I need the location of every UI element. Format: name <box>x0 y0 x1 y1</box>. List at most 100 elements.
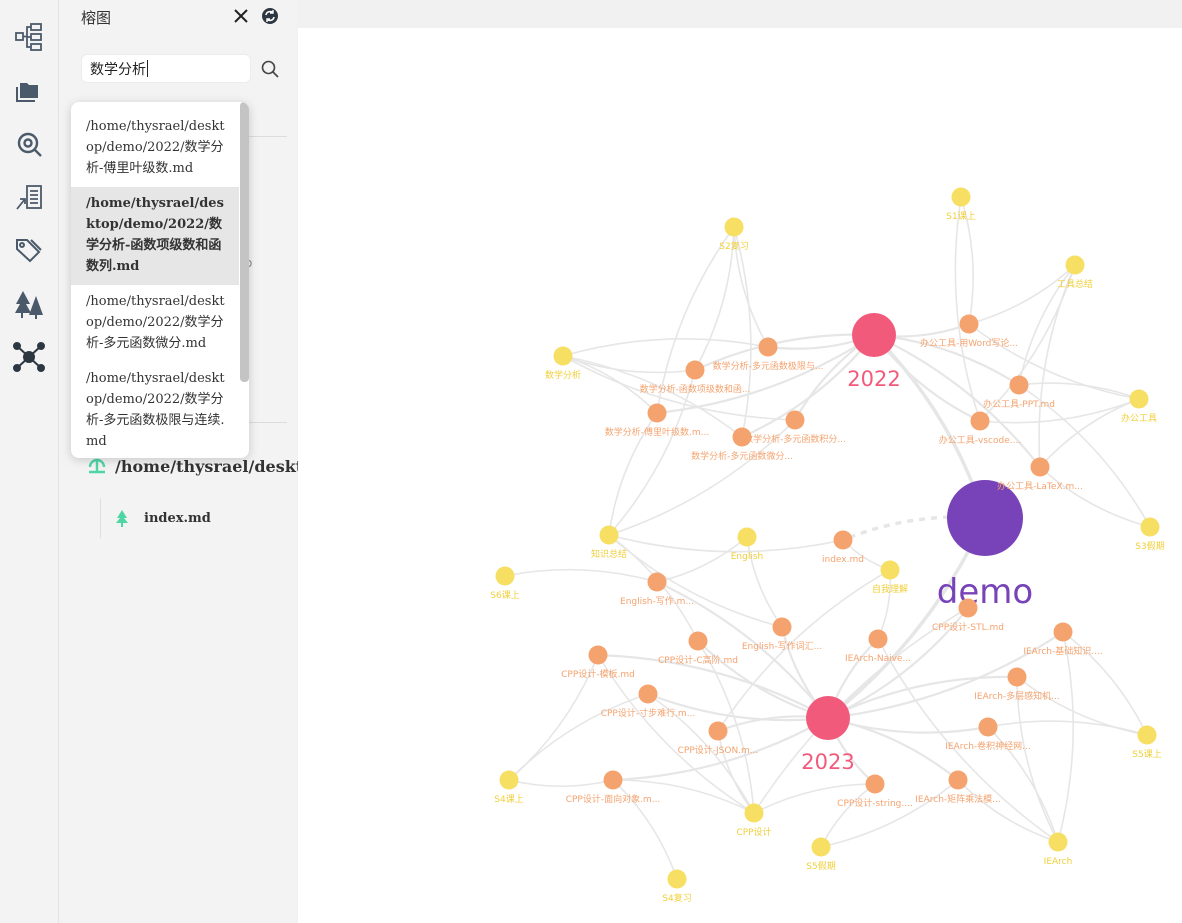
graph-node-label: CPP设计-C高阶.md <box>658 654 738 666</box>
search-result-item[interactable]: /home/thysrael/desktop/demo/2022/数学分析-多元… <box>71 285 239 362</box>
search-refresh-icon[interactable] <box>13 128 45 160</box>
graph-node-2023[interactable] <box>806 696 850 740</box>
graph-node-cpp2[interactable] <box>688 631 708 651</box>
graph-node-label: 数学分析-多元函数微分... <box>691 450 793 462</box>
graph-node-t_office[interactable] <box>1129 389 1149 409</box>
graph-node-t_s5[interactable] <box>811 837 831 857</box>
graph-node-en2[interactable] <box>772 617 792 637</box>
graph-node-label: 办公工具-LaTeX.m... <box>997 480 1083 492</box>
graph-node-cpp7[interactable] <box>865 774 885 794</box>
graph-edge <box>968 264 1076 325</box>
search-result-item[interactable]: /home/thysrael/desktop/demo/2022/数学分析-函数… <box>71 187 239 285</box>
close-icon[interactable] <box>230 5 252 27</box>
graph-node-2022[interactable] <box>852 313 896 357</box>
backlinks-icon[interactable] <box>13 182 45 214</box>
graph-node-of4[interactable] <box>1030 457 1050 477</box>
graph-edge <box>968 323 1140 400</box>
graph-node-label: S5课上 <box>1132 749 1161 760</box>
dropdown-scrollbar[interactable] <box>240 102 249 382</box>
graph-edge <box>697 640 829 720</box>
graph-node-ma2[interactable] <box>685 360 705 380</box>
graph-node-t_self[interactable] <box>880 560 900 580</box>
graph-canvas[interactable]: demo 2022 2023 index.md 数学分析-多元函数极限与... 数学分析-… <box>298 28 1182 923</box>
graph-node-of1[interactable] <box>959 314 979 334</box>
search-result-item[interactable]: /home/thysrael/desktop/demo/2022/数学分析-多元… <box>71 362 239 458</box>
text-caret <box>147 60 148 77</box>
graph-node-label: 办公工具-PPT.md <box>983 398 1055 410</box>
graph-node-t_s1[interactable] <box>951 187 971 207</box>
search-input[interactable]: 数学分析 <box>81 54 251 83</box>
graph-node-en1[interactable] <box>647 572 667 592</box>
panel-title: 榕图 <box>81 9 112 27</box>
graph-icon[interactable] <box>13 341 45 373</box>
graph-node-index[interactable] <box>833 530 853 550</box>
graph-node-label: S2复习 <box>719 240 748 252</box>
graph-edge <box>508 779 614 787</box>
activity-rail <box>0 0 59 923</box>
search-icon[interactable] <box>258 57 282 81</box>
graph-node-cpp1[interactable] <box>958 598 978 618</box>
graph-node-t_s5c[interactable] <box>1137 725 1157 745</box>
graph-node-ma1[interactable] <box>758 337 778 357</box>
graph-node-t_s4[interactable] <box>499 770 519 790</box>
graph-node-ie5[interactable] <box>948 770 968 790</box>
graph-node-t_en[interactable] <box>737 527 757 547</box>
graph-node-t_tool[interactable] <box>1065 255 1085 275</box>
graph-node-ie3[interactable] <box>1007 667 1027 687</box>
graph-node-ma5[interactable] <box>732 427 752 447</box>
graph-node-label: 数学分析-多元函数积分... <box>744 433 846 445</box>
graph-edge <box>508 693 649 781</box>
tree-root-icon <box>88 458 106 474</box>
graph-edge <box>1016 676 1148 736</box>
tree-child-item[interactable]: index.md <box>114 509 211 527</box>
graph-node-cpp5[interactable] <box>708 721 728 741</box>
graph-node-label: CPP设计-string.... <box>837 797 913 809</box>
graph-node-label: demo <box>937 572 1033 612</box>
graph-node-label: 办公工具-vscode.... <box>939 434 1021 446</box>
graph-edge <box>877 638 1059 843</box>
tags-icon[interactable] <box>13 235 45 267</box>
graph-node-label: CPP设计-JSON.m... <box>678 744 759 756</box>
graph-node-ie1[interactable] <box>868 629 888 649</box>
graph-svg[interactable]: demo 2022 2023 index.md 数学分析-多元函数极限与... 数学分析-… <box>298 28 1182 923</box>
graph-node-label: 知识总结 <box>591 548 627 560</box>
graph-node-label: 数学分析-函数项级数和函... <box>640 383 751 395</box>
files-icon[interactable] <box>13 75 45 107</box>
graph-edge <box>1039 466 1151 528</box>
graph-edge <box>504 568 658 583</box>
graph-node-ma4[interactable] <box>785 410 805 430</box>
outline-icon[interactable] <box>13 21 45 53</box>
tree-guide <box>100 498 101 538</box>
graph-node-label: CPP设计-面向对象.m... <box>566 793 661 805</box>
forest-icon[interactable] <box>13 288 45 320</box>
graph-node-of3[interactable] <box>970 411 990 431</box>
graph-node-of2[interactable] <box>1009 375 1029 395</box>
graph-node-label: 工具总结 <box>1057 278 1093 290</box>
graph-edge <box>608 534 844 553</box>
graph-node-label: S5假期 <box>806 861 835 872</box>
graph-node-label: 办公工具 <box>1121 412 1157 424</box>
graph-node-ma3[interactable] <box>647 403 667 423</box>
graph-node-t_cpp[interactable] <box>744 803 764 823</box>
refresh-icon[interactable] <box>259 5 281 27</box>
graph-node-t_know[interactable] <box>599 525 619 545</box>
graph-node-cpp3[interactable] <box>588 645 608 665</box>
graph-node-cpp4[interactable] <box>638 684 658 704</box>
graph-node-t_s4r[interactable] <box>667 869 687 889</box>
graph-node-label: English-写作.m... <box>620 595 694 607</box>
graph-node-label: S4课上 <box>494 794 523 805</box>
tree-root-item[interactable]: /home/thysrael/deskt... <box>87 456 320 476</box>
graph-node-label: English <box>731 552 764 562</box>
search-results-dropdown: /home/thysrael/desktop/demo/2022/数学分析-傅里… <box>71 102 249 458</box>
graph-edge <box>827 631 1064 720</box>
graph-node-t_s2[interactable] <box>724 217 744 237</box>
graph-node-ie2[interactable] <box>1053 622 1073 642</box>
graph-node-t_math[interactable] <box>553 346 573 366</box>
graph-node-t_ie[interactable] <box>1048 832 1068 852</box>
graph-node-label: IEArch-基础知识.... <box>1023 645 1102 657</box>
graph-node-ie4[interactable] <box>978 717 998 737</box>
graph-node-t_s6[interactable] <box>495 566 515 586</box>
search-result-item[interactable]: /home/thysrael/desktop/demo/2022/数学分析-傅里… <box>71 102 239 187</box>
graph-node-t_s3[interactable] <box>1140 517 1160 537</box>
graph-node-cpp6[interactable] <box>603 770 623 790</box>
